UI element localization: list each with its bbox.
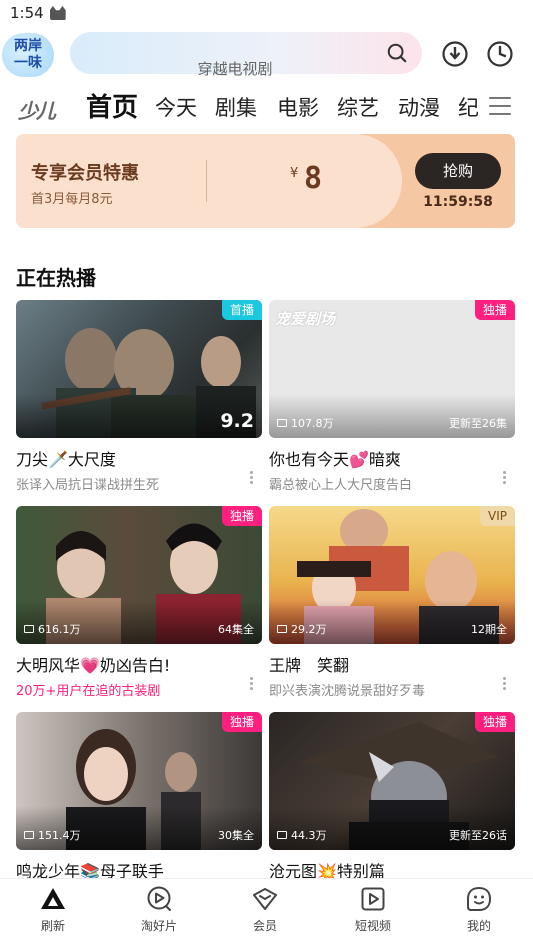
view-count: 44.3万 <box>277 827 327 843</box>
video-card[interactable]: 首播 9.2 刀尖🗡️大尺度 张译入局抗日谍战拼生死 <box>16 300 262 493</box>
vip-promo-banner[interactable]: 专享会员特惠 首3月每月8元 ¥ 8 抢购 11:59:58 <box>16 134 515 228</box>
tab-home[interactable]: 首页 <box>86 87 138 124</box>
play-count-icon <box>24 625 34 633</box>
exclusive-badge: 独播 <box>474 300 515 320</box>
status-time: 1:54 <box>10 4 44 22</box>
video-thumbnail[interactable]: 独播 151.4万 30集全 <box>16 712 262 850</box>
video-subtitle: 20万+用户在追的古装剧 <box>16 684 161 699</box>
tab-label: 会员 <box>252 919 277 933</box>
top-bar: 两岸 一味 穿越电视剧 <box>0 30 533 78</box>
vip-price: 8 <box>304 161 323 196</box>
tab-documentary[interactable]: 纪 <box>458 92 478 122</box>
tab-short-video[interactable]: 短视频 <box>320 885 426 934</box>
tab-series[interactable]: 剧集 <box>215 92 257 122</box>
exclusive-badge: 独播 <box>474 712 515 732</box>
video-card[interactable]: 独播 44.3万 更新至26话 沧元图💥特别篇 <box>269 712 515 882</box>
view-count-value: 151.4万 <box>38 829 81 842</box>
tab-movies[interactable]: 电影 <box>277 92 319 122</box>
rating-score: 9.2 <box>220 410 254 432</box>
more-options-icon[interactable] <box>503 677 507 691</box>
video-card[interactable]: 独播 616.1万 64集全 大明风华💗奶凶告白! 20万+用户在追的古装剧 <box>16 506 262 699</box>
view-count-value: 107.8万 <box>291 417 334 430</box>
play-square-icon <box>361 887 385 911</box>
video-subtitle: 霸总被心上人大尺度告白 <box>269 478 413 493</box>
video-title[interactable]: 刀尖🗡️大尺度 <box>16 446 262 470</box>
section-title-now-playing: 正在热播 <box>16 266 96 290</box>
search-bar[interactable]: 穿越电视剧 <box>70 32 422 78</box>
view-count: 151.4万 <box>24 827 81 843</box>
tab-anime[interactable]: 动漫 <box>398 92 440 122</box>
play-count-icon <box>277 625 287 633</box>
tab-vip[interactable]: 会员 <box>212 885 318 934</box>
vip-currency: ¥ <box>290 166 299 181</box>
video-title[interactable]: 你也有今天💕暗爽 <box>269 446 515 470</box>
view-count: 616.1万 <box>24 621 81 637</box>
bottom-tab-bar: 刷新 淘好片 会员 短视频 我的 <box>0 878 533 945</box>
episode-status: 更新至26话 <box>449 829 507 842</box>
video-card[interactable]: VIP 29.2万 12期全 王牌 笑翻 即兴表演沈腾说景甜好歹毒 <box>269 506 515 699</box>
diamond-icon <box>253 888 277 910</box>
video-title[interactable]: 王牌 笑翻 <box>269 652 515 676</box>
refresh-triangle-icon <box>41 888 65 909</box>
view-count-value: 44.3万 <box>291 829 327 842</box>
episode-status: 更新至26集 <box>449 417 507 430</box>
video-thumbnail[interactable]: 首播 9.2 <box>16 300 262 438</box>
vip-divider <box>206 160 207 202</box>
profile-face-icon <box>467 886 492 911</box>
view-count-value: 29.2万 <box>291 623 327 636</box>
more-options-icon[interactable] <box>503 471 507 485</box>
vip-promo-subtitle: 首3月每月8元 <box>31 192 113 207</box>
tab-refresh[interactable]: 刷新 <box>0 885 106 934</box>
watermark-logo: 宠爱剧场 <box>275 310 336 328</box>
app-logo[interactable]: 两岸 一味 <box>2 33 54 77</box>
play-count-icon <box>277 419 287 427</box>
channel-nav: 少儿 首页 今天 剧集 电影 综艺 动漫 纪 <box>0 86 533 128</box>
play-count-icon <box>277 831 287 839</box>
tab-label: 刷新 <box>40 919 65 933</box>
tab-label: 我的 <box>466 919 491 933</box>
video-thumbnail[interactable]: 独播 616.1万 64集全 <box>16 506 262 644</box>
video-card[interactable]: 独播 151.4万 30集全 鸣龙少年📚母子联手 <box>16 712 262 882</box>
tab-today[interactable]: 今天 <box>155 92 197 122</box>
episode-status: 12期全 <box>471 623 507 636</box>
exclusive-badge: 独播 <box>221 712 262 732</box>
vip-promo-title: 专享会员特惠 <box>31 163 139 184</box>
tab-profile[interactable]: 我的 <box>426 885 532 934</box>
video-subtitle: 即兴表演沈腾说景甜好歹毒 <box>269 684 426 699</box>
download-icon[interactable] <box>441 40 469 68</box>
video-thumbnail[interactable]: 独播 44.3万 更新至26话 <box>269 712 515 850</box>
search-placeholder: 穿越电视剧 <box>197 60 273 78</box>
exclusive-badge: 独播 <box>221 506 262 526</box>
cat-notification-icon <box>49 6 66 20</box>
buy-button[interactable]: 抢购 <box>415 153 501 189</box>
view-count: 107.8万 <box>277 415 334 431</box>
vip-badge: VIP <box>480 506 515 526</box>
tab-discover[interactable]: 淘好片 <box>106 885 212 934</box>
view-count: 29.2万 <box>277 621 327 637</box>
search-icon[interactable] <box>386 42 408 64</box>
episode-status: 64集全 <box>218 623 254 636</box>
video-title[interactable]: 大明风华💗奶凶告白! <box>16 652 262 676</box>
premiere-badge: 首播 <box>221 300 262 320</box>
play-circle-icon <box>147 886 171 911</box>
tab-variety[interactable]: 综艺 <box>337 92 379 122</box>
status-bar: 1:54 <box>0 0 533 26</box>
tab-label: 短视频 <box>354 919 391 933</box>
vip-countdown: 11:59:58 <box>423 194 493 210</box>
more-options-icon[interactable] <box>250 677 254 691</box>
video-card[interactable]: 宠爱剧场 独播 107.8万 更新至26集 你也有今天💕暗爽 霸总被心上人大尺度… <box>269 300 515 493</box>
history-clock-icon[interactable] <box>486 40 514 68</box>
more-options-icon[interactable] <box>250 471 254 485</box>
video-thumbnail[interactable]: VIP 29.2万 12期全 <box>269 506 515 644</box>
video-thumbnail[interactable]: 宠爱剧场 独播 107.8万 更新至26集 <box>269 300 515 438</box>
menu-icon[interactable] <box>489 97 511 115</box>
play-count-icon <box>24 831 34 839</box>
tab-label: 淘好片 <box>140 919 177 933</box>
kids-channel-logo[interactable]: 少儿 <box>18 95 56 124</box>
view-count-value: 616.1万 <box>38 623 81 636</box>
video-subtitle: 张译入局抗日谍战拼生死 <box>16 478 160 493</box>
episode-status: 30集全 <box>218 829 254 842</box>
